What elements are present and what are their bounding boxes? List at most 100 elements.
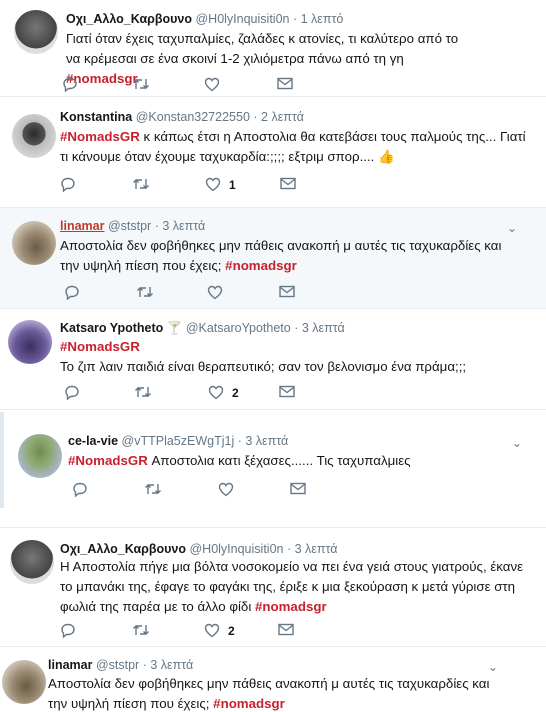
- heart-icon: [207, 285, 223, 300]
- avatar[interactable]: [12, 114, 56, 158]
- tweet[interactable]: Οχι_Αλλο_Καρβουνο @H0lyInquisiti0n · 3 λ…: [0, 528, 546, 646]
- tweet-actions: 2: [64, 385, 364, 403]
- chevron-down-icon[interactable]: ⌄: [488, 660, 498, 674]
- avatar[interactable]: [10, 540, 54, 584]
- timestamp[interactable]: 1 λεπτό: [301, 12, 344, 26]
- retweet-button[interactable]: [132, 77, 150, 91]
- timestamp[interactable]: 2 λεπτά: [261, 110, 304, 124]
- direct-message-button[interactable]: [278, 623, 294, 636]
- like-count: 1: [229, 177, 236, 192]
- chevron-down-icon[interactable]: ⌄: [512, 436, 522, 450]
- direct-message-button[interactable]: [280, 177, 296, 190]
- direct-message-button[interactable]: [290, 482, 306, 495]
- author-name[interactable]: linamar: [60, 219, 104, 233]
- like-button[interactable]: [218, 482, 242, 497]
- author-name[interactable]: linamar: [48, 658, 92, 672]
- tweet-text: Αποστολία δεν φοβήθηκες μην πάθεις ανακο…: [60, 238, 502, 273]
- separator-dot: ·: [294, 321, 299, 335]
- author-handle[interactable]: @ststpr: [96, 658, 139, 672]
- reply-icon: [73, 482, 87, 497]
- author-name[interactable]: Katsaro Ypotheto: [60, 321, 163, 335]
- chevron-down-icon[interactable]: ⌄: [507, 221, 517, 235]
- like-count: 2: [228, 623, 235, 638]
- separator-dot: ·: [237, 434, 242, 448]
- avatar[interactable]: [2, 660, 46, 704]
- hashtag-link[interactable]: #NomadsGR: [60, 337, 530, 357]
- retweet-button[interactable]: [136, 285, 154, 299]
- tweet-actions: 2: [60, 623, 360, 641]
- author-handle[interactable]: @KatsaroYpotheto: [186, 321, 291, 335]
- tweet-text: Αποστολία δεν φοβήθηκες μην πάθεις ανακο…: [48, 676, 490, 711]
- like-button[interactable]: [207, 285, 231, 300]
- author-name[interactable]: ce-la-vie: [68, 434, 118, 448]
- mail-icon: [279, 285, 295, 298]
- avatar[interactable]: [12, 221, 56, 265]
- author-name[interactable]: Konstantina: [60, 110, 132, 124]
- reply-button[interactable]: [60, 623, 76, 638]
- avatar[interactable]: [8, 320, 52, 364]
- tweet-text: Η Αποστολία πήγε μια βόλτα νοσοκομείο να…: [60, 559, 524, 614]
- author-name[interactable]: Οχι_Αλλο_Καρβουνο: [60, 542, 186, 556]
- tweet[interactable]: Konstantina @Konstan32722550 · 2 λεπτά #…: [0, 97, 546, 207]
- direct-message-button[interactable]: [279, 285, 295, 298]
- heart-icon: [218, 482, 234, 497]
- reply-button[interactable]: [64, 385, 80, 400]
- reply-button[interactable]: [72, 482, 88, 497]
- hashtag-link[interactable]: #nomadsgr: [225, 258, 297, 273]
- hashtag-link[interactable]: #nomadsgr: [255, 599, 327, 614]
- like-count: 2: [232, 385, 239, 400]
- avatar[interactable]: [18, 434, 62, 478]
- heart-icon: [208, 385, 224, 400]
- heart-icon: [205, 177, 221, 192]
- like-button[interactable]: 2: [204, 623, 235, 638]
- reply-icon: [61, 177, 75, 192]
- retweet-icon: [137, 287, 153, 297]
- tweet[interactable]: linamar @ststpr · 3 λεπτά ⌄ Αποστολία δε…: [0, 647, 546, 712]
- author-name[interactable]: Οχι_Αλλο_Καρβουνο: [66, 12, 192, 26]
- tweet[interactable]: Katsaro Ypotheto 🍸 @KatsaroYpotheto · 3 …: [0, 309, 546, 409]
- author-handle[interactable]: @ststpr: [108, 219, 151, 233]
- separator-dot: ·: [154, 219, 159, 233]
- timestamp[interactable]: 3 λεπτά: [302, 321, 345, 335]
- author-handle[interactable]: @H0lyInquisiti0n: [195, 12, 289, 26]
- retweet-button[interactable]: [144, 482, 162, 496]
- timestamp[interactable]: 3 λεπτά: [162, 219, 205, 233]
- cocktail-emoji: 🍸: [166, 321, 183, 335]
- retweet-icon: [133, 179, 149, 189]
- conversation-gap: [0, 410, 546, 420]
- separator-dot: ·: [286, 542, 292, 556]
- reply-button[interactable]: [62, 77, 78, 92]
- hashtag-link[interactable]: #NomadsGR: [68, 453, 148, 468]
- timestamp[interactable]: 3 λεπτά: [150, 658, 193, 672]
- retweet-button[interactable]: [132, 177, 150, 191]
- like-button[interactable]: 1: [205, 177, 236, 192]
- hashtag-link[interactable]: #nomadsgr: [213, 696, 285, 711]
- timestamp[interactable]: 3 λεπτά: [245, 434, 288, 448]
- avatar[interactable]: [14, 10, 58, 54]
- hashtag-link[interactable]: #NomadsGR: [60, 129, 140, 144]
- author-handle[interactable]: @Konstan32722550: [136, 110, 250, 124]
- author-handle[interactable]: @H0lyInquisiti0n: [189, 542, 283, 556]
- retweet-button[interactable]: [132, 623, 150, 637]
- reply-button[interactable]: [64, 285, 80, 300]
- tweet-text: #NomadsGR κ κάπως έτσι η Αποστολια θα κα…: [60, 129, 526, 164]
- heart-icon: [204, 77, 220, 92]
- author-handle[interactable]: @vTTPla5zEWgTj1j: [122, 434, 235, 448]
- reply-button[interactable]: [60, 177, 76, 192]
- reply-icon: [65, 385, 79, 400]
- tweet-text: #NomadsGR Το ζιπ λαιν παιδιά είναι θεραπ…: [60, 337, 530, 377]
- tweet[interactable]: ce-la-vie @vTTPla5zEWgTj1j · 3 λεπτά ⌄ #…: [10, 420, 546, 508]
- mail-icon: [278, 623, 294, 636]
- separator-dot: ·: [253, 110, 258, 124]
- direct-message-button[interactable]: [279, 385, 295, 398]
- like-button[interactable]: [204, 77, 228, 92]
- direct-message-button[interactable]: [277, 77, 293, 90]
- mail-icon: [279, 385, 295, 398]
- like-button[interactable]: 2: [208, 385, 239, 400]
- mail-icon: [290, 482, 306, 495]
- retweet-button[interactable]: [134, 385, 152, 399]
- tweet[interactable]: Οχι_Αλλο_Καρβουνο @H0lyInquisiti0n · 1 λ…: [0, 0, 546, 96]
- retweet-icon: [133, 79, 149, 89]
- timestamp[interactable]: 3 λεπτά: [295, 542, 338, 556]
- tweet[interactable]: linamar @ststpr · 3 λεπτά ⌄ Αποστολία δε…: [0, 208, 546, 308]
